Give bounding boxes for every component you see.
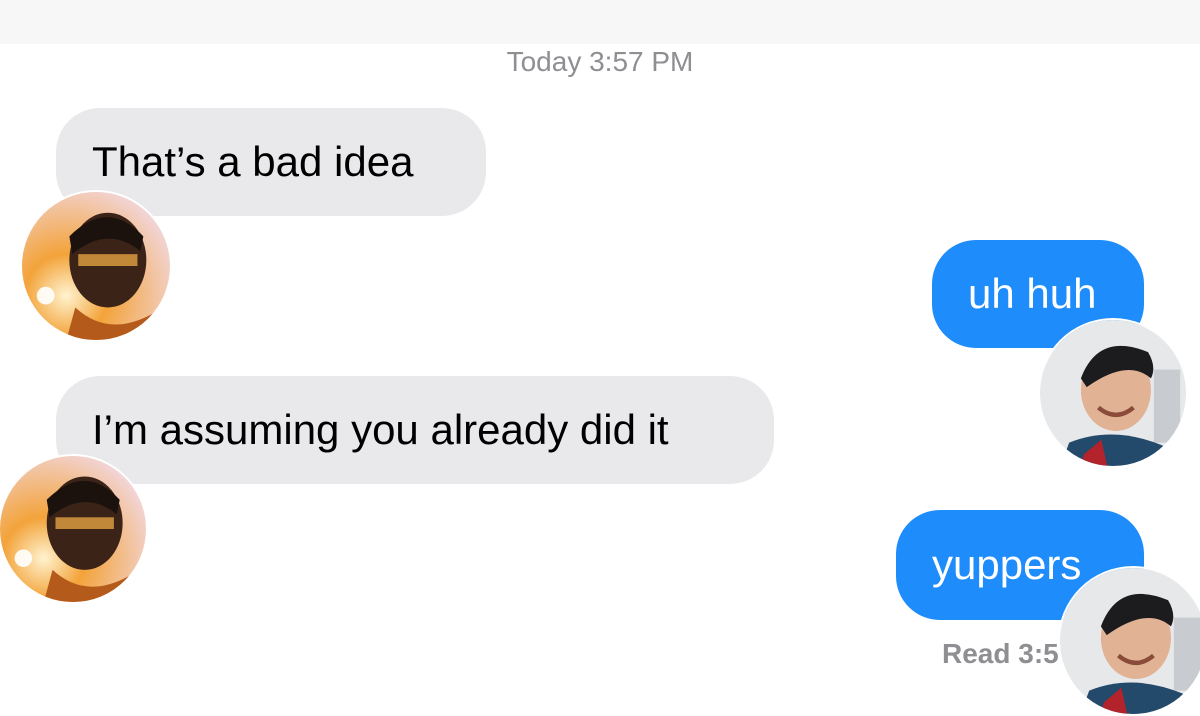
hero-avatar-icon-b	[1060, 568, 1200, 714]
top-bar	[0, 0, 1200, 44]
sender-avatar-icon[interactable]	[0, 456, 146, 602]
incoming-message-bubble[interactable]: I’m assuming you already did it	[56, 376, 774, 484]
sender-avatar-icon[interactable]	[22, 192, 170, 340]
message-text: I’m assuming you already did it	[92, 406, 669, 453]
message-text: yuppers	[932, 541, 1082, 588]
conversation-timestamp: Today 3:57 PM	[506, 46, 694, 77]
message-text: uh huh	[968, 270, 1097, 317]
message-text: That’s a bad idea	[92, 138, 414, 185]
self-avatar-icon[interactable]	[1060, 568, 1200, 714]
self-avatar-icon[interactable]	[1040, 320, 1186, 466]
hero-avatar-icon-a	[0, 456, 146, 602]
hero-avatar-icon-a	[22, 192, 170, 340]
read-receipt: Read 3:5	[942, 638, 1059, 669]
hero-avatar-icon-b	[1040, 320, 1186, 466]
